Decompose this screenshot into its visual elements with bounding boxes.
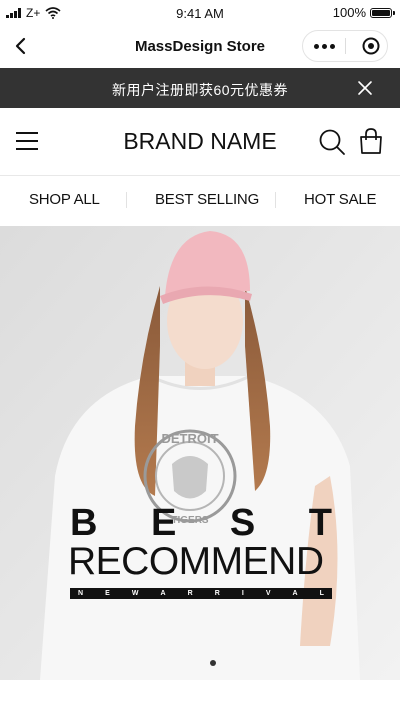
- category-tabs: SHOP ALL BEST SELLING HOT SALE: [0, 176, 400, 224]
- arrival-letter: A: [160, 590, 166, 597]
- new-arrival-strip: N E W A R R I V A L: [70, 588, 332, 599]
- tab-divider: [126, 192, 127, 208]
- tab-divider: [275, 192, 276, 208]
- battery-percent: 100%: [332, 5, 366, 20]
- promo-banner[interactable]: 新用户注册即获60元优惠券: [0, 68, 400, 108]
- best-letter: T: [308, 502, 332, 544]
- arrival-letter: L: [319, 590, 324, 597]
- hero-image: DETROIT TIGERS: [0, 226, 400, 680]
- mini-program-nav: MassDesign Store: [0, 26, 400, 68]
- carousel-indicator-dot[interactable]: [210, 660, 216, 666]
- hero-banner[interactable]: DETROIT TIGERS B E S T RECOMMEND N E W A…: [0, 226, 400, 680]
- arrival-letter: A: [292, 590, 298, 597]
- arrival-letter: E: [105, 590, 110, 597]
- arrival-letter: I: [241, 590, 244, 597]
- search-icon[interactable]: [318, 128, 346, 156]
- arrival-letter: R: [187, 590, 193, 597]
- tab-best-selling[interactable]: BEST SELLING: [155, 191, 259, 208]
- arrival-letter: R: [214, 590, 220, 597]
- capsule-divider: [345, 38, 346, 54]
- arrival-letter: W: [131, 590, 139, 597]
- recommend-heading: RECOMMEND: [68, 540, 324, 583]
- best-letter: B: [70, 502, 98, 544]
- tab-hot-sale[interactable]: HOT SALE: [304, 191, 377, 208]
- brand-header: BRAND NAME: [0, 108, 400, 176]
- capsule-menu: [302, 30, 388, 62]
- best-letter: S: [229, 502, 256, 544]
- shirt-print-top: DETROIT: [161, 431, 218, 446]
- tab-shop-all[interactable]: SHOP ALL: [29, 191, 100, 208]
- battery-icon: [370, 7, 395, 18]
- arrival-letter: V: [265, 590, 271, 597]
- target-close-icon[interactable]: [361, 36, 381, 56]
- shopping-bag-icon[interactable]: [357, 127, 385, 155]
- status-right: 100%: [332, 5, 395, 20]
- status-bar: Z+ 9:41 AM 100%: [0, 0, 400, 26]
- arrival-letter: N: [78, 590, 84, 597]
- more-dots-icon[interactable]: [303, 31, 346, 61]
- promo-text: 新用户注册即获60元优惠券: [111, 82, 289, 98]
- close-icon[interactable]: [356, 79, 374, 97]
- best-heading: B E S T: [70, 502, 332, 545]
- best-letter: E: [150, 502, 177, 544]
